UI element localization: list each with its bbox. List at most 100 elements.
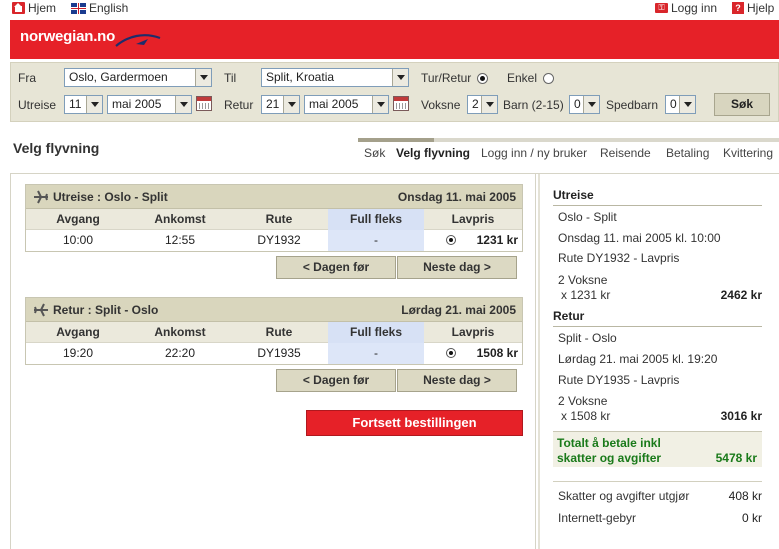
- col-full-flex: Full fleks: [328, 209, 424, 230]
- page-title: Velg flyvning: [13, 140, 100, 156]
- return-title: Retur : Split - Oslo: [53, 303, 159, 317]
- step-select-flight: Velg flyvning: [396, 146, 471, 160]
- chevron-down-icon: [195, 69, 211, 86]
- next-day-button[interactable]: Neste dag >: [397, 369, 517, 392]
- help-link[interactable]: ? Hjelp: [732, 0, 774, 16]
- chevron-down-icon: [583, 96, 599, 113]
- from-select[interactable]: Oslo, Gardermoen: [64, 68, 212, 87]
- summary-outbound-passengers: 2 Voksne: [558, 273, 608, 287]
- internet-fee-value: 0 kr: [741, 511, 762, 525]
- calendar-icon[interactable]: [393, 96, 409, 111]
- chevron-down-icon: [679, 96, 695, 113]
- step-payment: Betaling: [666, 146, 710, 160]
- summary-divider: [553, 326, 762, 327]
- table-row: 19:20 22:20 DY1935 - 1508 kr: [26, 343, 522, 364]
- outbound-day-select[interactable]: 11: [64, 95, 103, 114]
- summary-total-label-line2: skatter og avgifter: [557, 451, 662, 465]
- col-departure: Avgang: [56, 212, 100, 226]
- adults-value: 2: [472, 97, 479, 111]
- to-select[interactable]: Split, Kroatia: [261, 68, 409, 87]
- adults-label: Voksne: [421, 98, 461, 112]
- route-number: DY1932: [257, 233, 301, 247]
- arrival-time: 22:20: [164, 346, 196, 360]
- logo-swoosh-icon: [115, 34, 161, 47]
- chevron-down-icon: [86, 96, 102, 113]
- summary-return-heading: Retur: [553, 309, 585, 323]
- outbound-month-value: mai 2005: [112, 97, 162, 111]
- summary-total-label-line1: Totalt å betale inkl: [557, 436, 661, 450]
- tax-value: 408 kr: [728, 489, 762, 503]
- summary-divider: [553, 481, 762, 482]
- step-progress-fill: [358, 138, 434, 142]
- table-row: 10:00 12:55 DY1932 - 1231 kr: [26, 230, 522, 251]
- to-select-value: Split, Kroatia: [266, 70, 335, 84]
- return-date-label: Retur: [224, 98, 254, 112]
- summary-return-route: Split - Oslo: [558, 331, 617, 345]
- summary-outbound-when: Onsdag 11. mai 2005 kl. 10:00: [558, 231, 721, 245]
- children-value: 0: [574, 97, 581, 111]
- plane-icon: [34, 303, 48, 317]
- summary-outbound-flight: Rute DY1932 - Lavpris: [558, 251, 680, 265]
- summary-divider: [553, 205, 762, 206]
- col-departure: Avgang: [56, 325, 100, 339]
- col-arrival: Ankomst: [154, 325, 206, 339]
- step-search[interactable]: Søk: [364, 146, 385, 160]
- outbound-date: Onsdag 11. mai 2005: [397, 190, 516, 204]
- step-receipt: Kvittering: [723, 146, 774, 160]
- infants-select[interactable]: 0: [665, 95, 696, 114]
- home-link-label: Hjem: [28, 1, 57, 15]
- low-price-value: 1508 kr: [476, 346, 518, 360]
- summary-outbound-heading: Utreise: [553, 188, 594, 202]
- low-price-radio[interactable]: [446, 235, 456, 245]
- children-label: Barn (2-15): [503, 98, 564, 112]
- infants-label: Spedbarn: [606, 98, 659, 112]
- adults-select[interactable]: 2: [467, 95, 498, 114]
- login-link-label: Logg inn: [671, 1, 718, 15]
- chevron-down-icon: [283, 96, 299, 113]
- low-price-radio[interactable]: [446, 348, 456, 358]
- search-button[interactable]: Søk: [714, 93, 770, 116]
- next-day-button[interactable]: Neste dag >: [397, 256, 517, 279]
- english-link[interactable]: English: [71, 0, 128, 16]
- help-link-label: Hjelp: [747, 1, 775, 15]
- summary-total-value: 5478 kr: [715, 451, 757, 465]
- chevron-down-icon: [372, 96, 388, 113]
- return-date: Lørdag 21. mai 2005: [401, 303, 516, 317]
- key-icon: ⚿: [655, 3, 668, 13]
- return-month-select[interactable]: mai 2005: [304, 95, 389, 114]
- summary-outbound-route: Oslo - Split: [558, 210, 617, 224]
- full-flex-price: -: [328, 343, 424, 364]
- login-link[interactable]: ⚿ Logg inn: [655, 0, 717, 16]
- route-number: DY1935: [257, 346, 301, 360]
- step-progress-bar: [358, 138, 779, 142]
- return-flight-table: Retur : Split - Oslo Lørdag 21. mai 2005…: [25, 297, 523, 365]
- col-route: Rute: [265, 325, 293, 339]
- continue-booking-button[interactable]: Fortsett bestillingen: [306, 410, 523, 436]
- roundtrip-label: Tur/Retur: [421, 71, 472, 85]
- calendar-icon[interactable]: [196, 96, 212, 111]
- summary-return-when: Lørdag 21. mai 2005 kl. 19:20: [558, 352, 718, 366]
- summary-return-total: 3016 kr: [720, 409, 762, 423]
- home-link[interactable]: Hjem: [12, 0, 56, 16]
- from-select-value: Oslo, Gardermoen: [69, 70, 168, 84]
- outbound-month-select[interactable]: mai 2005: [107, 95, 192, 114]
- previous-day-button[interactable]: < Dagen før: [276, 369, 396, 392]
- departure-time: 10:00: [62, 233, 94, 247]
- roundtrip-radio[interactable]: [477, 73, 488, 84]
- summary-total-box: Totalt å betale inkl skatter og avgifter…: [553, 431, 762, 467]
- return-month-value: mai 2005: [309, 97, 359, 111]
- outbound-column-headers: Avgang Ankomst Rute Full fleks Lavpris: [26, 209, 522, 230]
- col-low-price: Lavpris: [451, 212, 495, 226]
- step-login[interactable]: Logg inn / ny bruker: [481, 146, 587, 160]
- logo[interactable]: norwegian.no: [20, 28, 115, 45]
- children-select[interactable]: 0: [569, 95, 600, 114]
- outbound-header: Utreise : Oslo - Split Onsdag 11. mai 20…: [26, 185, 522, 209]
- english-link-label: English: [89, 1, 129, 15]
- previous-day-button[interactable]: < Dagen før: [276, 256, 396, 279]
- panel-divider: [538, 174, 540, 549]
- return-day-select[interactable]: 21: [261, 95, 300, 114]
- outbound-date-label: Utreise: [18, 98, 57, 112]
- internet-fee-label: Internett-gebyr: [558, 511, 637, 525]
- oneway-radio[interactable]: [543, 73, 554, 84]
- oneway-label: Enkel: [507, 71, 538, 85]
